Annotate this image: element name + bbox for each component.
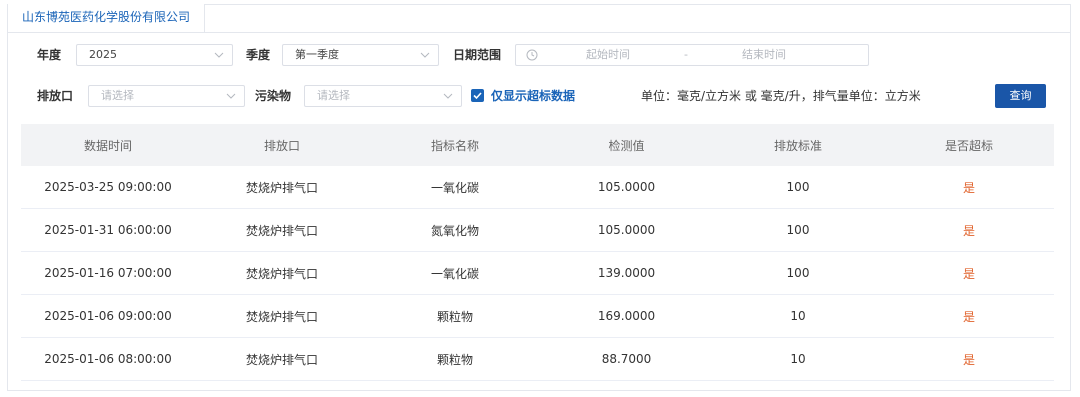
season-select[interactable]: 第一季度 [282,44,439,66]
cell-exceeded: 是 [884,208,1054,252]
cell-outlet: 焚烧炉排气口 [195,251,369,295]
cell-indicator: 颗粒物 [369,337,541,381]
cell-outlet: 焚烧炉排气口 [195,208,369,252]
cell-exceeded: 是 [884,294,1054,338]
cell-indicator: 颗粒物 [369,294,541,338]
season-select-value: 第一季度 [295,48,339,61]
cell-measured-value: 88.7000 [541,337,712,381]
header-data-time: 数据时间 [21,124,195,166]
cell-data-time: 2025-01-16 07:00:00 [21,251,195,295]
cell-standard: 100 [712,251,884,295]
outlet-select-placeholder: 请选择 [101,89,134,102]
year-label: 年度 [37,48,62,62]
clock-icon [526,49,538,61]
chevron-down-icon [443,93,453,99]
main-panel: 山东博苑医药化学股份有限公司 年度 2025 季度 第一季度 日期范围 起始时间… [7,4,1071,391]
outlet-select[interactable]: 请选择 [88,85,245,107]
chevron-down-icon [214,52,224,58]
cell-standard: 100 [712,208,884,252]
tab-company[interactable]: 山东博苑医药化学股份有限公司 [8,4,206,32]
cell-measured-value: 169.0000 [541,294,712,338]
exceed-only-label[interactable]: 仅显示超标数据 [491,85,575,107]
year-select[interactable]: 2025 [76,44,233,66]
table-row: 2025-01-06 08:00:00 焚烧炉排气口 颗粒物 88.7000 1… [21,337,1054,381]
cell-data-time: 2025-01-31 06:00:00 [21,208,195,252]
cell-measured-value: 139.0000 [541,251,712,295]
pollutant-select-placeholder: 请选择 [317,89,350,102]
cell-outlet: 焚烧炉排气口 [195,166,369,209]
table-row: 2025-03-25 09:00:00 焚烧炉排气口 一氧化碳 105.0000… [21,166,1054,209]
date-range-label: 日期范围 [453,48,502,62]
header-exceeded: 是否超标 [884,124,1054,166]
cell-standard: 100 [712,166,884,209]
header-measured-value: 检测值 [541,124,712,166]
cell-indicator: 一氧化碳 [369,251,541,295]
cell-indicator: 氮氧化物 [369,208,541,252]
unit-note: 单位：毫克/立方米 或 毫克/升，排气量单位：立方米 [641,89,921,103]
cell-measured-value: 105.0000 [541,208,712,252]
cell-measured-value: 105.0000 [541,166,712,209]
exceed-only-checkbox[interactable] [471,89,484,102]
cell-data-time: 2025-01-06 08:00:00 [21,337,195,381]
header-outlet: 排放口 [195,124,369,166]
cell-indicator: 一氧化碳 [369,166,541,209]
date-end-input[interactable]: 结束时间 [742,45,786,65]
pollutant-label: 污染物 [255,89,292,103]
cell-outlet: 焚烧炉排气口 [195,337,369,381]
cell-data-time: 2025-03-25 09:00:00 [21,166,195,209]
table-row: 2025-01-16 07:00:00 焚烧炉排气口 一氧化碳 139.0000… [21,251,1054,295]
season-label: 季度 [246,48,271,62]
chevron-down-icon [226,93,236,99]
cell-exceeded: 是 [884,251,1054,295]
cell-data-time: 2025-01-06 09:00:00 [21,294,195,338]
header-indicator: 指标名称 [369,124,541,166]
chevron-down-icon [420,52,430,58]
checkmark-icon [473,92,482,100]
table-row: 2025-01-31 06:00:00 焚烧炉排气口 氮氧化物 105.0000… [21,208,1054,252]
pollutant-select[interactable]: 请选择 [304,85,462,107]
table-header-row: 数据时间 排放口 指标名称 检测值 排放标准 是否超标 [21,124,1054,166]
cell-exceeded: 是 [884,337,1054,381]
cell-exceeded: 是 [884,166,1054,209]
date-range-picker[interactable]: 起始时间 - 结束时间 [515,44,869,66]
date-separator: - [684,48,688,61]
outlet-label: 排放口 [37,89,74,103]
date-start-input[interactable]: 起始时间 [586,45,630,65]
tab-bar: 山东博苑医药化学股份有限公司 [8,4,1070,33]
query-button[interactable]: 查询 [995,84,1046,108]
data-table: 数据时间 排放口 指标名称 检测值 排放标准 是否超标 2025-03-25 0… [21,124,1054,381]
cell-outlet: 焚烧炉排气口 [195,294,369,338]
cell-standard: 10 [712,337,884,381]
cell-standard: 10 [712,294,884,338]
header-standard: 排放标准 [712,124,884,166]
year-select-value: 2025 [89,48,117,61]
table-row: 2025-01-06 09:00:00 焚烧炉排气口 颗粒物 169.0000 … [21,294,1054,338]
